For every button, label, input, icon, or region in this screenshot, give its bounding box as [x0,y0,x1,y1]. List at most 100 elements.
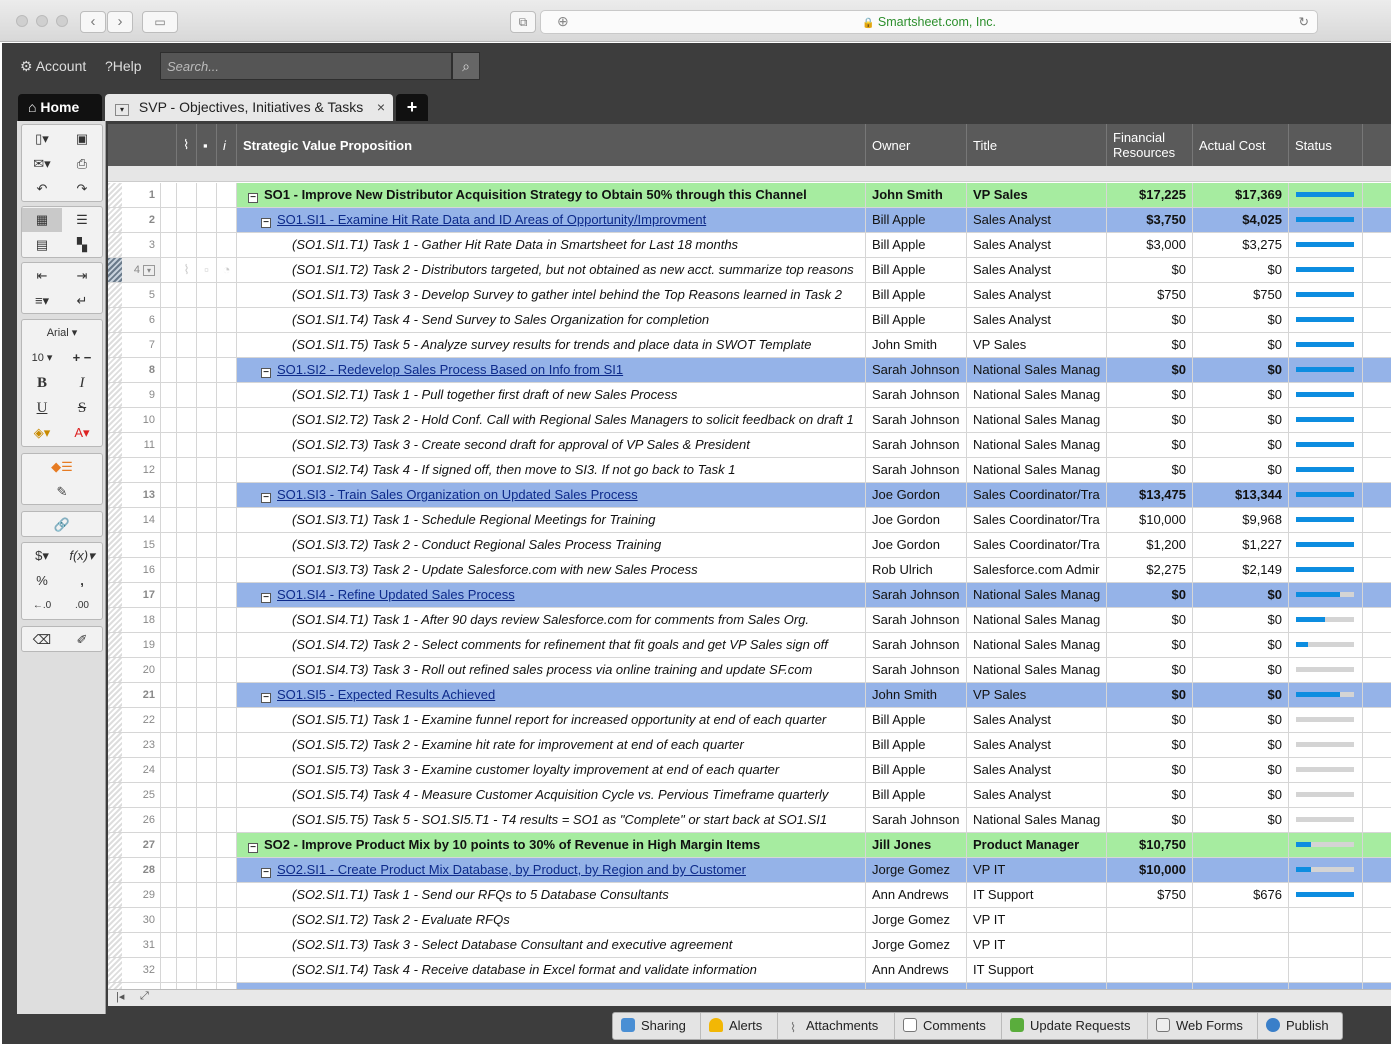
forward-arrow-icon[interactable]: › [107,11,133,33]
financial-cell[interactable]: $0 [1107,633,1193,657]
strategic-value-cell[interactable]: − SO1 - Improve New Distributor Acquisiti… [237,183,866,207]
address-bar[interactable]: 🔒 Smartsheet.com, Inc. ↻ [540,10,1318,34]
row-drag-handle[interactable] [108,408,122,432]
row-drag-handle[interactable] [108,608,122,632]
status-cell[interactable] [1289,858,1363,882]
task-row[interactable]: 3 (SO1.SI1.T1) Task 1 - Gather Hit Rate D… [108,233,1391,258]
attachment-cell-icon[interactable] [177,458,197,482]
title-cell[interactable]: National Sales Manag [967,583,1107,607]
close-window-icon[interactable] [16,15,28,27]
comment-cell-icon[interactable] [197,533,217,557]
objective-row[interactable]: 27 − SO2 - Improve Product Mix by 10 point… [108,833,1391,858]
owner-cell[interactable]: John Smith [866,183,967,207]
comments-button[interactable]: Comments [895,1013,1002,1039]
strategic-value-cell[interactable]: (SO2.SI1.T2) Task 2 - Evaluate RFQs [237,908,866,932]
row-drag-handle[interactable] [108,208,122,232]
attachment-cell-icon[interactable] [177,808,197,832]
task-row[interactable]: 32 (SO2.SI1.T4) Task 4 - Receive database… [108,958,1391,983]
row-number[interactable]: 25 [108,783,161,807]
attachment-cell-icon[interactable] [177,933,197,957]
reminder-cell-icon[interactable] [217,333,237,357]
status-cell[interactable] [1289,258,1363,282]
financial-cell[interactable]: $0 [1107,758,1193,782]
status-cell[interactable] [1289,658,1363,682]
collapse-icon[interactable]: − [248,843,258,853]
strategic-value-cell[interactable]: (SO1.SI2.T3) Task 3 - Create second draf… [237,433,866,457]
alerts-button[interactable]: Alerts [701,1013,778,1039]
row-drag-handle[interactable] [108,633,122,657]
save-icon[interactable]: ▣ [62,127,102,151]
actual-cost-cell[interactable] [1193,858,1289,882]
task-row[interactable]: 7 (SO1.SI1.T5) Task 5 - Analyze survey re… [108,333,1391,358]
financial-cell[interactable]: $750 [1107,883,1193,907]
task-row[interactable]: 22 (SO1.SI5.T1) Task 1 - Examine funnel r… [108,708,1391,733]
financial-cell[interactable]: $10,000 [1107,858,1193,882]
text-color-icon[interactable]: A▾ [62,421,102,445]
comment-cell-icon[interactable] [197,958,217,982]
attachment-cell-icon[interactable] [177,733,197,757]
row-number[interactable]: 22 [108,708,161,732]
row-drag-handle[interactable] [108,358,122,382]
row-drag-handle[interactable] [108,483,122,507]
reminder-cell-icon[interactable] [217,858,237,882]
row-drag-handle[interactable] [108,733,122,757]
row-drag-handle[interactable] [108,808,122,832]
comment-cell-icon[interactable] [197,858,217,882]
comment-cell-icon[interactable] [197,883,217,907]
comment-cell-icon[interactable] [197,733,217,757]
strategic-value-cell[interactable]: (SO1.SI1.T2) Task 2 - Distributors targe… [237,258,866,282]
row-drag-handle[interactable] [108,933,122,957]
title-cell[interactable]: National Sales Manag [967,808,1107,832]
increase-decimal-icon[interactable]: .00 [62,594,102,618]
clear-format-icon[interactable]: ⌫ [22,628,62,652]
actual-cost-cell[interactable] [1193,933,1289,957]
redo-icon[interactable]: ↷ [62,177,102,201]
actual-cost-cell[interactable]: $0 [1193,433,1289,457]
fill-color-icon[interactable]: ◈▾ [22,421,62,445]
reminder-cell-icon[interactable] [217,908,237,932]
owner-cell[interactable]: Rob Ulrich [866,558,967,582]
status-cell[interactable] [1289,608,1363,632]
row-number[interactable]: 30 [108,908,161,932]
row-number[interactable]: 6 [108,308,161,332]
strategic-value-cell[interactable]: − SO1.SI1 - Examine Hit Rate Data and ID … [237,208,866,232]
reminder-cell-icon[interactable] [217,433,237,457]
attachment-cell-icon[interactable] [177,533,197,557]
grid-view-icon[interactable]: ▦ [22,208,62,232]
status-cell[interactable] [1289,358,1363,382]
search-icon[interactable]: ⌕ [452,52,480,80]
row-number[interactable]: 16 [108,558,161,582]
title-cell[interactable]: Sales Analyst [967,708,1107,732]
strategic-value-cell[interactable]: − SO1.SI2 - Redevelop Sales Process Based… [237,358,866,382]
title-cell[interactable]: National Sales Manag [967,433,1107,457]
owner-cell[interactable]: Sarah Johnson [866,808,967,832]
task-row[interactable]: 15 (SO1.SI3.T2) Task 2 - Conduct Regional… [108,533,1391,558]
actual-cost-cell[interactable]: $0 [1193,583,1289,607]
row-number[interactable]: 4 ▾ [108,258,161,282]
strategic-value-cell[interactable]: (SO1.SI1.T5) Task 5 - Analyze survey res… [237,333,866,357]
owner-cell[interactable]: Joe Gordon [866,483,967,507]
financial-cell[interactable]: $0 [1107,783,1193,807]
publish-button[interactable]: Publish [1258,1013,1342,1039]
row-number[interactable]: 19 [108,633,161,657]
strategic-value-cell[interactable]: (SO1.SI4.T2) Task 2 - Select comments fo… [237,633,866,657]
financial-cell[interactable]: $3,750 [1107,208,1193,232]
reminder-cell-icon[interactable] [217,808,237,832]
owner-cell[interactable]: Sarah Johnson [866,433,967,457]
actual-cost-cell[interactable]: $0 [1193,608,1289,632]
attachment-cell-icon[interactable] [177,708,197,732]
actual-cost-cell[interactable]: $0 [1193,358,1289,382]
reminder-cell-icon[interactable] [217,233,237,257]
status-cell[interactable] [1289,208,1363,232]
comment-cell-icon[interactable] [197,608,217,632]
strategic-value-cell[interactable]: (SO1.SI3.T2) Task 2 - Conduct Regional S… [237,533,866,557]
owner-cell[interactable]: Sarah Johnson [866,383,967,407]
reminder-cell-icon[interactable] [217,608,237,632]
tab-home[interactable]: ⌂ Home [18,94,102,121]
title-cell[interactable]: Sales Analyst [967,258,1107,282]
comment-cell-icon[interactable] [197,233,217,257]
reminder-cell-icon[interactable] [217,783,237,807]
task-row[interactable]: 14 (SO1.SI3.T1) Task 1 - Schedule Regiona… [108,508,1391,533]
attachment-cell-icon[interactable] [177,483,197,507]
strategic-value-cell[interactable]: (SO2.SI1.T4) Task 4 - Receive database i… [237,958,866,982]
